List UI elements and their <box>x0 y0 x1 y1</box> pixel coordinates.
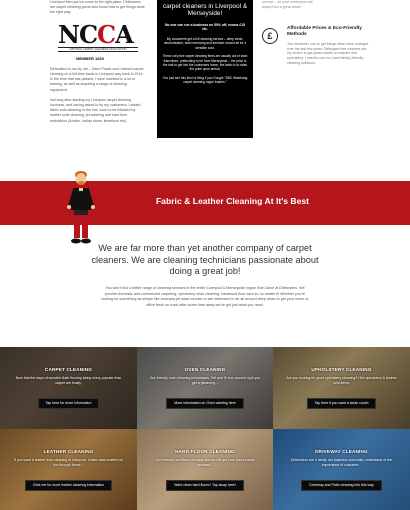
service-text: Dirtbusters are a family run business an… <box>290 458 393 467</box>
service-text: Our friendly oven cleaning technicians. … <box>149 376 261 385</box>
banner-title: Fabric & Leather Cleaning At It's Best <box>155 196 310 206</box>
service-button[interactable]: Click me for more leather cleaning infor… <box>24 479 113 491</box>
warning-box-title: carpet cleaners in Liverpool & Merseysid… <box>162 3 248 18</box>
service-button[interactable]: Tap here if you want a clean couch <box>306 397 377 409</box>
service-title: OVEN CLEANING <box>184 367 226 372</box>
ncca-logo: NCCA NATIONAL CARPET CLEANERS ASSOCIATIO… <box>58 19 138 52</box>
mascot-figure <box>67 171 95 244</box>
service-tile-driveway: DRIVEWAY CLEANING Dirtbusters are a fami… <box>273 429 410 510</box>
service-tile-carpet: CARPET CLEANING Now that the days of woo… <box>0 347 137 429</box>
service-title: CARPET CLEANING <box>44 367 93 372</box>
left-intro-text: Liverpool then you've come to the right … <box>50 0 145 15</box>
service-title: DRIVEWAY CLEANING <box>315 449 368 454</box>
ncca-logo-mark: NCCA <box>58 19 134 49</box>
service-text: If you want a leather sofa cleaning in L… <box>14 458 123 467</box>
service-button[interactable]: Tap here for more information <box>37 397 100 409</box>
service-button[interactable]: More information on Oven valeting here <box>166 397 244 409</box>
warning-box: carpet cleaners in Liverpool & Merseysid… <box>157 0 253 138</box>
service-text: Our friendly hard floor cleaning service… <box>155 458 255 467</box>
service-title: LEATHER CLEANING <box>43 449 94 454</box>
services-grid: CARPET CLEANING Now that the days of woo… <box>0 347 410 510</box>
service-title: HARD FLOOR CLEANING <box>175 449 235 454</box>
service-text: Now that the days of wooden flush floori… <box>15 376 122 385</box>
service-tile-upholstery: UPHOLSTERY CLEANING Are you looking for … <box>273 347 410 429</box>
service-title: UPHOLSTERY CLEANING <box>311 367 372 372</box>
service-text: Are you looking for good upholstery clea… <box>286 376 397 385</box>
service-button[interactable]: Driveway and Patio cleaning info this wa… <box>301 479 382 491</box>
ncca-logo-sub: NATIONAL CARPET CLEANERS ASSOCIATION <box>58 46 138 52</box>
red-banner: Fabric & Leather Cleaning At It's Best <box>0 181 410 225</box>
service-tile-oven: OVEN CLEANING Our friendly oven cleaning… <box>137 347 273 429</box>
left-paragraph-1: Dirtbusters is run by me – Dave Power an… <box>50 66 144 92</box>
pound-icon: £ <box>262 28 278 44</box>
warning-box-p2: These cut price carpet cleaning firms ar… <box>162 54 248 72</box>
warning-box-p1: My customers get a full cleaning service… <box>163 37 247 50</box>
warning-box-bold-line: No one can run a business on 50% off, ro… <box>164 22 246 32</box>
service-button[interactable]: Want clean hard floors? Tap away here! <box>166 479 244 491</box>
top-section: Liverpool then you've come to the right … <box>0 0 410 180</box>
service-tile-leather: LEATHER CLEANING If you want a leather s… <box>0 429 137 510</box>
service-tile-hard-floor: HARD FLOOR CLEANING Our friendly hard fl… <box>137 429 273 510</box>
eco-title: Affordable Prices & Eco-Friendly Methods <box>287 26 362 37</box>
right-column-top: service – so your customers are away fro… <box>262 0 362 10</box>
left-paragraph-2: Not long after starting my Liverpool car… <box>50 97 141 123</box>
eco-text: The methods I use to get things clean ha… <box>287 42 369 65</box>
left-column: Liverpool then you've come to the right … <box>50 0 145 129</box>
ncca-member-number: MEMBER 1669 <box>76 55 104 61</box>
warning-box-p3: You just see this kind of thing if you G… <box>162 75 248 85</box>
intro-heading: We are far more than yet another company… <box>91 243 319 276</box>
intro-body: You won't find a better range of cleanin… <box>101 286 309 307</box>
right-top-text: away from a great clean! <box>262 5 302 9</box>
